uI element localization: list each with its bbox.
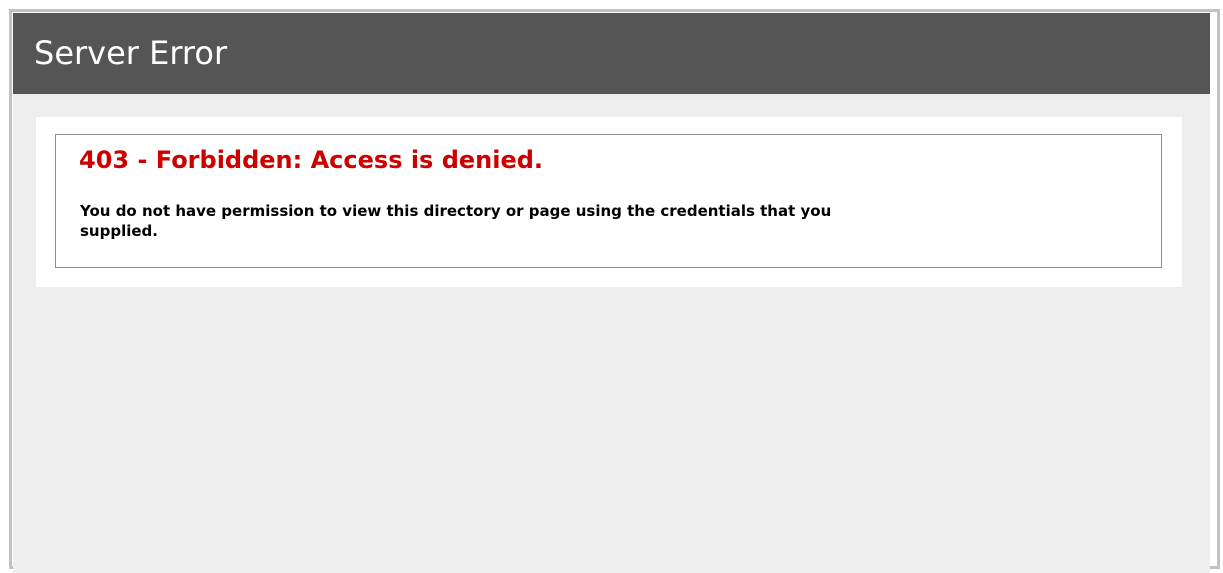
content-panel: 403 - Forbidden: Access is denied. You d… (36, 117, 1182, 287)
error-heading: 403 - Forbidden: Access is denied. (79, 146, 544, 174)
error-message: You do not have permission to view this … (80, 202, 832, 240)
page-title: Server Error (34, 34, 228, 72)
error-page: Server Error 403 - Forbidden: Access is … (13, 13, 1210, 573)
error-box: 403 - Forbidden: Access is denied. You d… (55, 134, 1162, 268)
page-header: Server Error (13, 13, 1210, 94)
